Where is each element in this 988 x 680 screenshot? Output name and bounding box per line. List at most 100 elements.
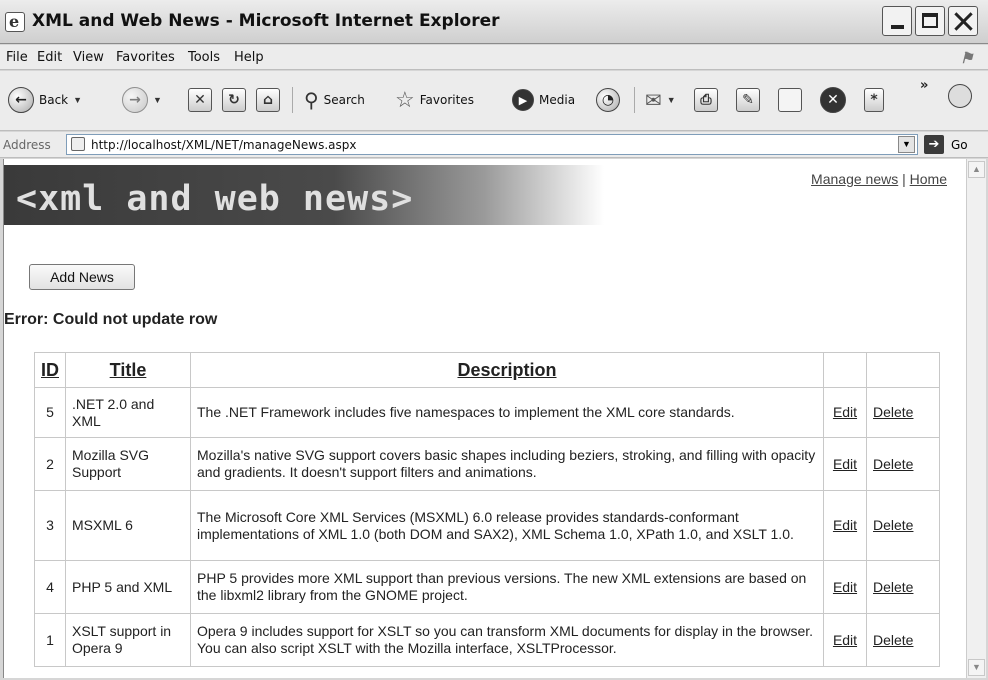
cell-id: 4: [34, 560, 66, 614]
go-arrow-icon[interactable]: ➔: [924, 135, 944, 154]
back-button[interactable]: ← Back ▼: [8, 83, 82, 117]
error-message: Error: Could not update row: [4, 311, 218, 328]
media-button[interactable]: ▶ Media: [512, 83, 575, 117]
cell-title: XSLT support in Opera 9: [65, 613, 191, 667]
cell-id: 3: [34, 490, 66, 561]
chevron-down-icon: ▼: [666, 95, 676, 105]
edit-link[interactable]: Edit: [823, 613, 867, 667]
table-header-row: ID Title Description: [34, 352, 940, 388]
history-icon: ◔: [596, 88, 620, 112]
mail-button[interactable]: ✉ ▼: [645, 83, 676, 117]
delete-link[interactable]: Delete: [866, 437, 940, 491]
menu-favorites[interactable]: Favorites: [116, 50, 175, 65]
cell-description: PHP 5 provides more XML support than pre…: [190, 560, 824, 614]
column-header-description[interactable]: Description: [190, 352, 824, 388]
go-button[interactable]: Go: [951, 138, 968, 152]
edit-link[interactable]: Edit: [823, 437, 867, 491]
edit-link[interactable]: Edit: [823, 387, 867, 438]
cell-title: Mozilla SVG Support: [65, 437, 191, 491]
browser-window: e XML and Web News - Microsoft Internet …: [0, 0, 988, 680]
delete-link[interactable]: Delete: [866, 613, 940, 667]
cell-description: Opera 9 includes support for XSLT so you…: [190, 613, 824, 667]
print-button[interactable]: ⎙: [694, 83, 718, 117]
address-bar: Address http://localhost/XML/NET/manageN…: [0, 132, 988, 158]
search-label: Search: [323, 93, 365, 107]
title-bar: e XML and Web News - Microsoft Internet …: [0, 0, 988, 44]
delete-link[interactable]: Delete: [866, 387, 940, 438]
delete-link[interactable]: Delete: [866, 490, 940, 561]
forward-arrow-icon: →: [122, 87, 148, 113]
back-label: Back: [39, 93, 69, 107]
edit-page-button[interactable]: ✎: [736, 83, 760, 117]
page-icon: [71, 137, 85, 151]
search-button[interactable]: ⚲ Search: [304, 83, 365, 117]
scroll-up-button[interactable]: ▲: [968, 161, 985, 178]
manage-news-link[interactable]: Manage news: [811, 171, 898, 187]
stop-icon: ✕: [188, 88, 212, 112]
address-dropdown-button[interactable]: ▼: [898, 136, 915, 153]
column-header-title[interactable]: Title: [65, 352, 191, 388]
menu-bar: File Edit View Favorites Tools Help ⚑: [0, 45, 988, 70]
home-button[interactable]: ⌂: [256, 83, 280, 117]
edit-page-icon: ✎: [736, 88, 760, 112]
menu-view[interactable]: View: [73, 50, 104, 65]
menu-help[interactable]: Help: [234, 50, 264, 65]
media-label: Media: [539, 93, 576, 107]
edit-link[interactable]: Edit: [823, 560, 867, 614]
table-row: 4 PHP 5 and XML PHP 5 provides more XML …: [34, 560, 940, 614]
refresh-button[interactable]: ↻: [222, 83, 246, 117]
scroll-down-button[interactable]: ▼: [968, 659, 985, 676]
chevron-down-icon: ▼: [73, 95, 83, 105]
minimize-button[interactable]: [882, 6, 912, 36]
star-icon: ☆: [395, 87, 415, 112]
cell-title: PHP 5 and XML: [65, 560, 191, 614]
toolbar-overflow-button[interactable]: »: [920, 78, 928, 93]
table-row: 5 .NET 2.0 and XML The .NET Framework in…: [34, 387, 940, 438]
site-logo: <xml and web news>: [16, 179, 414, 219]
toolbar: ← Back ▼ → ▼ ✕ ↻ ⌂ ⚲ Search ☆ Favorites …: [0, 71, 988, 131]
cell-description: The Microsoft Core XML Services (MSXML) …: [190, 490, 824, 561]
menu-file[interactable]: File: [6, 50, 28, 65]
table-row: 3 MSXML 6 The Microsoft Core XML Service…: [34, 490, 940, 561]
windows-logo-icon: ⚑: [960, 49, 974, 67]
ie-icon: e: [5, 12, 25, 32]
chevron-down-icon: ▼: [153, 95, 162, 105]
vertical-scrollbar[interactable]: ▲ ▼: [966, 159, 986, 678]
window-title: XML and Web News - Microsoft Internet Ex…: [32, 11, 500, 31]
refresh-icon: ↻: [222, 88, 246, 112]
media-icon: ▶: [512, 89, 534, 111]
cell-title: .NET 2.0 and XML: [65, 387, 191, 438]
add-news-button[interactable]: Add News: [29, 264, 135, 290]
column-header-id[interactable]: ID: [34, 352, 66, 388]
address-label: Address: [3, 138, 51, 152]
research-button[interactable]: *: [864, 83, 884, 117]
favorites-button[interactable]: ☆ Favorites: [395, 83, 474, 117]
column-header-edit: [823, 352, 867, 388]
delete-link[interactable]: Delete: [866, 560, 940, 614]
back-arrow-icon: ←: [8, 87, 34, 113]
maximize-button[interactable]: [915, 6, 945, 36]
block-icon: ✕: [820, 87, 846, 113]
table-row: 2 Mozilla SVG Support Mozilla's native S…: [34, 437, 940, 491]
address-input[interactable]: http://localhost/XML/NET/manageNews.aspx…: [66, 134, 918, 155]
stop-button[interactable]: ✕: [188, 83, 212, 117]
forward-button[interactable]: → ▼: [122, 83, 162, 117]
block-button[interactable]: ✕: [820, 83, 846, 117]
cell-id: 1: [34, 613, 66, 667]
home-link[interactable]: Home: [910, 171, 947, 187]
close-button[interactable]: [948, 6, 978, 36]
column-header-delete: [866, 352, 940, 388]
site-banner: <xml and web news>: [4, 165, 604, 225]
history-button[interactable]: ◔: [596, 83, 620, 117]
research-icon: *: [864, 88, 884, 112]
page-content: <xml and web news> Manage news | Home Ad…: [3, 159, 967, 678]
edit-link[interactable]: Edit: [823, 490, 867, 561]
nav-separator: |: [902, 171, 906, 187]
print-icon: ⎙: [694, 88, 718, 112]
pdf-icon[interactable]: [948, 84, 972, 108]
table-row: 1 XSLT support in Opera 9 Opera 9 includ…: [34, 613, 940, 667]
menu-edit[interactable]: Edit: [37, 50, 62, 65]
discuss-button[interactable]: [778, 83, 802, 117]
menu-tools[interactable]: Tools: [188, 50, 220, 65]
cell-description: The .NET Framework includes five namespa…: [190, 387, 824, 438]
